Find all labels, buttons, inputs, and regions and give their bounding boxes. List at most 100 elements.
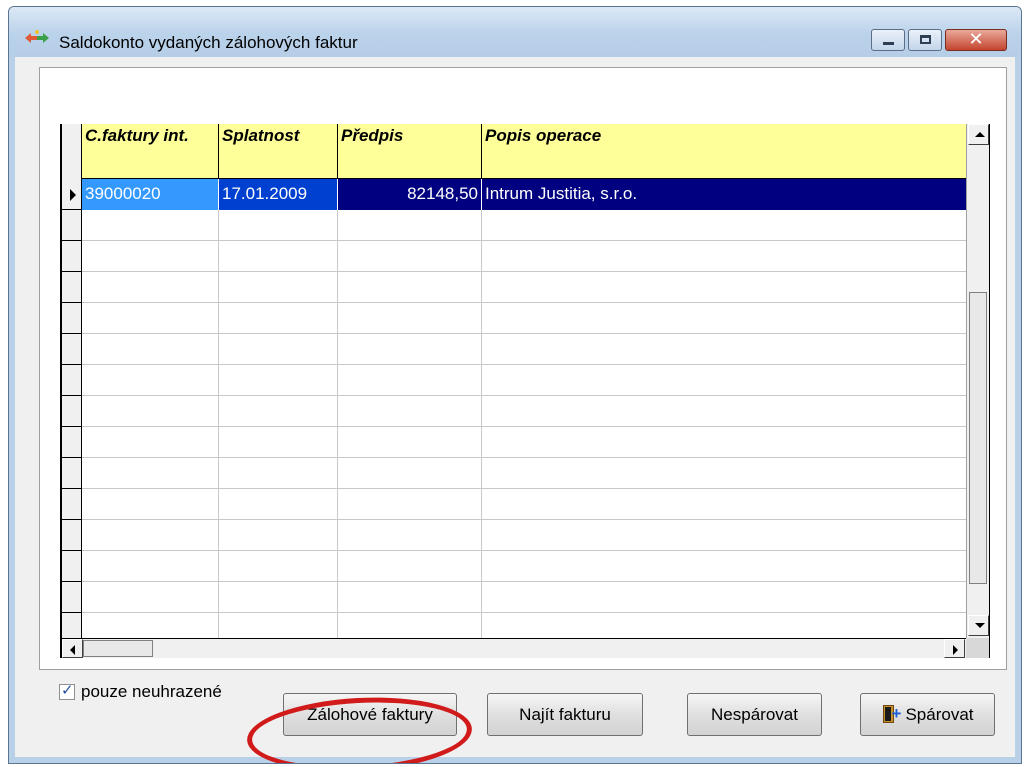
cell-amount[interactable] bbox=[338, 582, 482, 613]
cell-amount[interactable] bbox=[338, 396, 482, 427]
row-indicator[interactable] bbox=[62, 241, 82, 272]
cell-amount[interactable] bbox=[338, 334, 482, 365]
scroll-left-button[interactable] bbox=[62, 639, 83, 658]
cell-description[interactable]: Intrum Justitia, s.r.o. bbox=[482, 179, 966, 210]
table-row[interactable] bbox=[82, 489, 966, 520]
row-indicator[interactable] bbox=[62, 520, 82, 551]
cell-invoice-number[interactable] bbox=[82, 272, 219, 303]
cell-amount[interactable] bbox=[338, 427, 482, 458]
table-row[interactable] bbox=[82, 272, 966, 303]
cell-amount[interactable] bbox=[338, 551, 482, 582]
cell-due-date[interactable] bbox=[219, 210, 338, 241]
cell-description[interactable] bbox=[482, 334, 966, 365]
row-indicator[interactable] bbox=[62, 179, 82, 210]
cell-invoice-number[interactable] bbox=[82, 210, 219, 241]
cell-description[interactable] bbox=[482, 520, 966, 551]
cell-due-date[interactable] bbox=[219, 582, 338, 613]
cell-amount[interactable] bbox=[338, 489, 482, 520]
cell-description[interactable] bbox=[482, 489, 966, 520]
table-row[interactable] bbox=[82, 334, 966, 365]
cell-description[interactable] bbox=[482, 272, 966, 303]
cell-invoice-number[interactable] bbox=[82, 458, 219, 489]
cell-amount[interactable] bbox=[338, 210, 482, 241]
cell-invoice-number[interactable] bbox=[82, 551, 219, 582]
table-row[interactable] bbox=[82, 520, 966, 551]
cell-due-date[interactable] bbox=[219, 334, 338, 365]
cell-amount[interactable] bbox=[338, 520, 482, 551]
row-indicator[interactable] bbox=[62, 489, 82, 520]
cell-due-date[interactable] bbox=[219, 427, 338, 458]
row-indicator[interactable] bbox=[62, 551, 82, 582]
advance-invoices-button[interactable]: Zálohové faktury bbox=[283, 693, 457, 736]
cell-invoice-number[interactable] bbox=[82, 489, 219, 520]
scroll-up-button[interactable] bbox=[968, 124, 989, 145]
cell-due-date[interactable]: 17.01.2009 bbox=[219, 179, 338, 210]
column-header-amount[interactable]: Předpis bbox=[338, 124, 482, 179]
column-header-invoice-number[interactable]: C.faktury int. bbox=[82, 124, 219, 179]
cell-due-date[interactable] bbox=[219, 272, 338, 303]
find-invoice-button[interactable]: Najít fakturu bbox=[487, 693, 643, 736]
cell-invoice-number[interactable] bbox=[82, 427, 219, 458]
title-bar[interactable]: Saldokonto vydaných zálohových faktur ✕ bbox=[9, 7, 1021, 57]
row-indicator[interactable] bbox=[62, 334, 82, 365]
cell-description[interactable] bbox=[482, 458, 966, 489]
cell-due-date[interactable] bbox=[219, 520, 338, 551]
cell-description[interactable] bbox=[482, 582, 966, 613]
cell-description[interactable] bbox=[482, 241, 966, 272]
cell-invoice-number[interactable] bbox=[82, 365, 219, 396]
table-row[interactable] bbox=[82, 396, 966, 427]
cell-due-date[interactable] bbox=[219, 303, 338, 334]
unpaid-only-label[interactable]: pouze neuhrazené bbox=[81, 682, 222, 702]
unpaid-only-checkbox[interactable]: ✓ bbox=[59, 682, 75, 700]
cell-invoice-number[interactable] bbox=[82, 520, 219, 551]
horizontal-scroll-thumb[interactable] bbox=[83, 640, 153, 657]
table-row[interactable] bbox=[82, 551, 966, 582]
cell-invoice-number[interactable] bbox=[82, 582, 219, 613]
maximize-button[interactable] bbox=[908, 29, 942, 51]
unpair-button[interactable]: Nespárovat bbox=[687, 693, 822, 736]
cell-description[interactable] bbox=[482, 551, 966, 582]
cell-description[interactable] bbox=[482, 365, 966, 396]
cell-amount[interactable] bbox=[338, 241, 482, 272]
table-row[interactable] bbox=[82, 303, 966, 334]
row-indicator[interactable] bbox=[62, 210, 82, 241]
cell-description[interactable] bbox=[482, 427, 966, 458]
cell-due-date[interactable] bbox=[219, 241, 338, 272]
cell-invoice-number[interactable] bbox=[82, 241, 219, 272]
table-row[interactable] bbox=[82, 582, 966, 613]
row-indicator[interactable] bbox=[62, 582, 82, 613]
close-button[interactable]: ✕ bbox=[945, 29, 1007, 51]
column-header-description[interactable]: Popis operace bbox=[482, 124, 966, 179]
row-indicator[interactable] bbox=[62, 365, 82, 396]
cell-amount[interactable] bbox=[338, 272, 482, 303]
cell-amount[interactable] bbox=[338, 458, 482, 489]
cell-amount[interactable] bbox=[338, 365, 482, 396]
cell-description[interactable] bbox=[482, 303, 966, 334]
cell-amount[interactable] bbox=[338, 303, 482, 334]
table-row[interactable] bbox=[82, 210, 966, 241]
pair-button[interactable]: + Spárovat bbox=[860, 693, 995, 736]
row-indicator[interactable] bbox=[62, 272, 82, 303]
cell-invoice-number[interactable] bbox=[82, 334, 219, 365]
row-indicator[interactable] bbox=[62, 396, 82, 427]
column-header-due-date[interactable]: Splatnost bbox=[219, 124, 338, 179]
cell-due-date[interactable] bbox=[219, 365, 338, 396]
cell-invoice-number[interactable] bbox=[82, 303, 219, 334]
cell-due-date[interactable] bbox=[219, 489, 338, 520]
table-row[interactable] bbox=[82, 365, 966, 396]
minimize-button[interactable] bbox=[871, 29, 905, 51]
cell-description[interactable] bbox=[482, 396, 966, 427]
horizontal-scrollbar[interactable] bbox=[62, 638, 966, 658]
vertical-scroll-thumb[interactable] bbox=[969, 292, 987, 584]
table-row[interactable] bbox=[82, 241, 966, 272]
table-row[interactable] bbox=[82, 427, 966, 458]
table-row[interactable]: 39000020 17.01.2009 82148,50 Intrum Justiti… bbox=[82, 179, 966, 210]
row-indicator[interactable] bbox=[62, 427, 82, 458]
cell-description[interactable] bbox=[482, 210, 966, 241]
invoice-grid[interactable]: C.faktury int. Splatnost Předpis Popis o… bbox=[60, 124, 990, 658]
cell-amount[interactable]: 82148,50 bbox=[338, 179, 482, 210]
cell-invoice-number[interactable] bbox=[82, 396, 219, 427]
row-indicator[interactable] bbox=[62, 303, 82, 334]
cell-due-date[interactable] bbox=[219, 458, 338, 489]
scroll-down-button[interactable] bbox=[968, 615, 989, 636]
